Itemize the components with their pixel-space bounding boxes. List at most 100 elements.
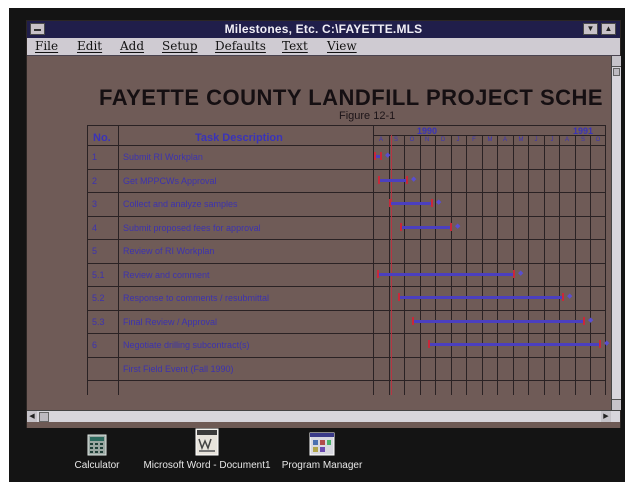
task-number: 5.2 [92,293,105,303]
milestone-marker [377,270,379,278]
milestone-marker [400,223,402,231]
window-title: Milestones, Etc. C:\FAYETTE.MLS [224,22,423,36]
milestone-marker [412,317,414,325]
scroll-right-arrow[interactable]: ▶ [601,411,611,422]
grid-line [87,125,606,126]
task-description[interactable]: Review and comment [123,270,210,280]
taskbar-word[interactable]: Microsoft Word - Document1 [137,428,277,471]
task-description[interactable]: Submit RI Workplan [123,152,203,162]
gantt-bar[interactable] [413,320,584,323]
figure-caption: Figure 12-1 [339,110,396,122]
task-description[interactable]: Submit proposed fees for approval [123,223,261,233]
menu-defaults[interactable]: Defaults [215,39,266,53]
grid-line [482,135,483,395]
task-description[interactable]: Review of RI Workplan [123,246,214,256]
menu-text[interactable]: Text [282,39,308,53]
diamond-marker: ◆ [588,317,594,324]
month-label: A [502,137,507,143]
grid-line [373,125,374,395]
month-label: N [424,137,430,143]
vertical-scroll-thumb[interactable] [613,68,620,76]
menu-setup[interactable]: Setup [162,39,198,53]
grid-line [118,125,119,395]
task-description[interactable]: Final Review / Approval [123,317,217,327]
diamond-marker: ◆ [385,152,391,159]
taskbar-label: Calculator [74,460,120,471]
task-description[interactable]: Get MPPCWs Approval [123,176,217,186]
grid-line [497,135,498,395]
menu-file[interactable]: File [35,39,58,53]
grid-line [451,135,452,395]
grid-line [87,192,606,193]
task-number: 4 [92,223,98,233]
vertical-scrollbar[interactable] [611,56,621,410]
grid-line [87,286,606,287]
grid-line [87,380,606,381]
month-label: O [409,137,415,143]
taskbar-program-manager[interactable]: Program Manager [277,432,367,471]
scroll-up-arrow[interactable] [612,56,621,67]
task-description[interactable]: Negotiate drilling subcontract(s) [123,340,250,350]
menu-view[interactable]: View [327,39,357,53]
month-label: S [580,137,585,143]
milestone-marker [374,152,376,160]
menu-bar: File Edit Add Setup Defaults Text View [27,38,620,56]
grid-line [590,135,591,395]
month-label: A [378,137,383,143]
word-document-icon [195,428,219,456]
grid-line [87,125,88,395]
milestone-marker [398,293,400,301]
grid-line [389,135,390,395]
task-description[interactable]: First Field Event (Fall 1990) [123,364,234,374]
taskbar-calculator[interactable]: Calculator [67,434,127,471]
month-label: M [487,137,493,143]
grid-line [575,135,576,395]
grid-line [435,135,436,395]
task-number: 5.1 [92,270,105,280]
grid-line [87,357,606,358]
month-label: J [456,137,460,143]
gantt-bar[interactable] [401,226,451,229]
gantt-bar[interactable] [429,343,600,346]
milestone-marker [450,223,452,231]
grid-line [87,310,606,311]
taskbar-label: Program Manager [281,460,363,471]
gantt-bar[interactable] [378,273,515,276]
grid-line [87,333,606,334]
diamond-marker: ◆ [455,223,461,230]
grid-line [87,169,606,170]
task-number: 2 [92,176,98,186]
grid-line [559,135,560,395]
grid-line [513,135,514,395]
task-number: 6 [92,340,98,350]
scroll-left-arrow[interactable]: ◀ [27,411,37,422]
grid-line [87,145,606,146]
calculator-icon [87,434,107,456]
gantt-bar[interactable] [399,296,562,299]
horizontal-scrollbar[interactable]: ◀ ▶ [27,410,620,422]
gantt-bar[interactable] [390,202,432,205]
title-bar: Milestones, Etc. C:\FAYETTE.MLS ▼ ▲ [27,21,620,38]
gantt-bar[interactable] [379,179,407,182]
milestone-marker [431,199,433,207]
grid-line [87,239,606,240]
task-description[interactable]: Collect and analyze samples [123,199,238,209]
grid-line [87,216,606,217]
menu-edit[interactable]: Edit [77,39,102,53]
maximize-button[interactable]: ▲ [601,23,616,35]
milestone-marker [513,270,515,278]
milestone-marker [428,340,430,348]
month-label: D [440,137,446,143]
scroll-down-arrow[interactable] [612,399,621,410]
horizontal-scroll-thumb[interactable] [39,412,49,422]
task-number: 3 [92,199,98,209]
grid-line [605,125,606,395]
task-number: 5 [92,246,98,256]
diamond-marker: ◆ [604,340,610,347]
month-label: O [595,137,601,143]
task-number: 5.3 [92,317,105,327]
menu-add[interactable]: Add [120,39,144,53]
task-description[interactable]: Response to comments / resubmittal [123,293,269,303]
minimize-button[interactable]: ▼ [583,23,598,35]
month-label: A [564,137,569,143]
